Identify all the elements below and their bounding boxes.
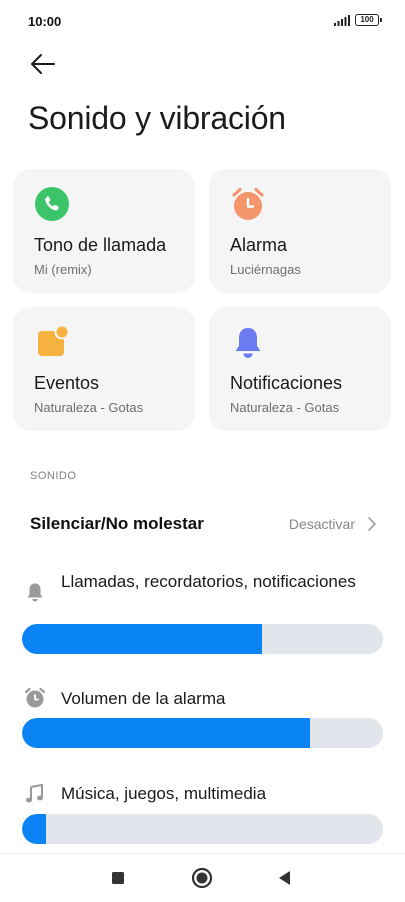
music-note-icon [26,783,43,803]
back-triangle-icon [279,871,290,885]
status-bar: 10:00 100 [0,0,405,44]
card-ringtone[interactable]: Tono de llamada Mi (remix) [13,169,195,293]
recents-square-icon [112,872,124,884]
alarm-clock-icon [24,687,46,708]
arrow-left-icon [31,54,55,74]
card-title: Alarma [230,235,288,255]
dnd-row[interactable]: Silenciar/No molestar Desactivar [0,500,405,548]
card-title: Eventos [34,373,100,393]
home-circle-icon [191,867,213,889]
card-alarm[interactable]: Alarma Luciérnagas [209,169,391,293]
section-label: SONIDO [30,470,77,482]
volume-slider-alarm[interactable] [22,718,383,748]
bell-icon [235,328,261,358]
card-subtitle: Naturaleza - Gotas [34,400,144,415]
dnd-value: Desactivar [288,516,355,532]
slider-fill [22,624,263,654]
bell-icon [27,583,43,602]
phone-icon [35,187,69,221]
volume-slider-calls[interactable] [22,624,383,654]
status-icons: 100 [334,14,382,26]
volume-label-calls: Llamadas, recordatorios, notificaciones [61,572,356,591]
volume-label-alarm: Volumen de la alarma [61,689,226,708]
signal-icon [334,14,350,26]
page-title: Sonido y vibración [28,100,286,136]
slider-fill [22,718,310,748]
volume-label-media: Música, juegos, multimedia [61,784,267,803]
nav-divider [0,853,405,854]
card-subtitle: Mi (remix) [34,262,92,277]
dnd-label: Silenciar/No molestar [30,514,204,533]
slider-fill [22,814,47,844]
card-title: Notificaciones [230,373,343,393]
alarm-clock-icon [232,187,264,220]
recents-button[interactable] [106,866,130,890]
event-note-icon [38,325,69,356]
card-notifications[interactable]: Notificaciones Naturaleza - Gotas [209,307,391,431]
card-events[interactable]: Eventos Naturaleza - Gotas [13,307,195,431]
battery-icon: 100 [355,14,382,26]
card-subtitle: Luciérnagas [230,262,301,277]
card-subtitle: Naturaleza - Gotas [230,400,340,415]
chevron-right-icon [368,517,376,531]
back-nav-button[interactable] [273,866,297,890]
volume-slider-media[interactable] [22,814,383,844]
home-button[interactable] [190,866,214,890]
back-button[interactable] [28,50,58,78]
card-title: Tono de llamada [34,235,167,255]
status-time: 10:00 [28,14,62,29]
